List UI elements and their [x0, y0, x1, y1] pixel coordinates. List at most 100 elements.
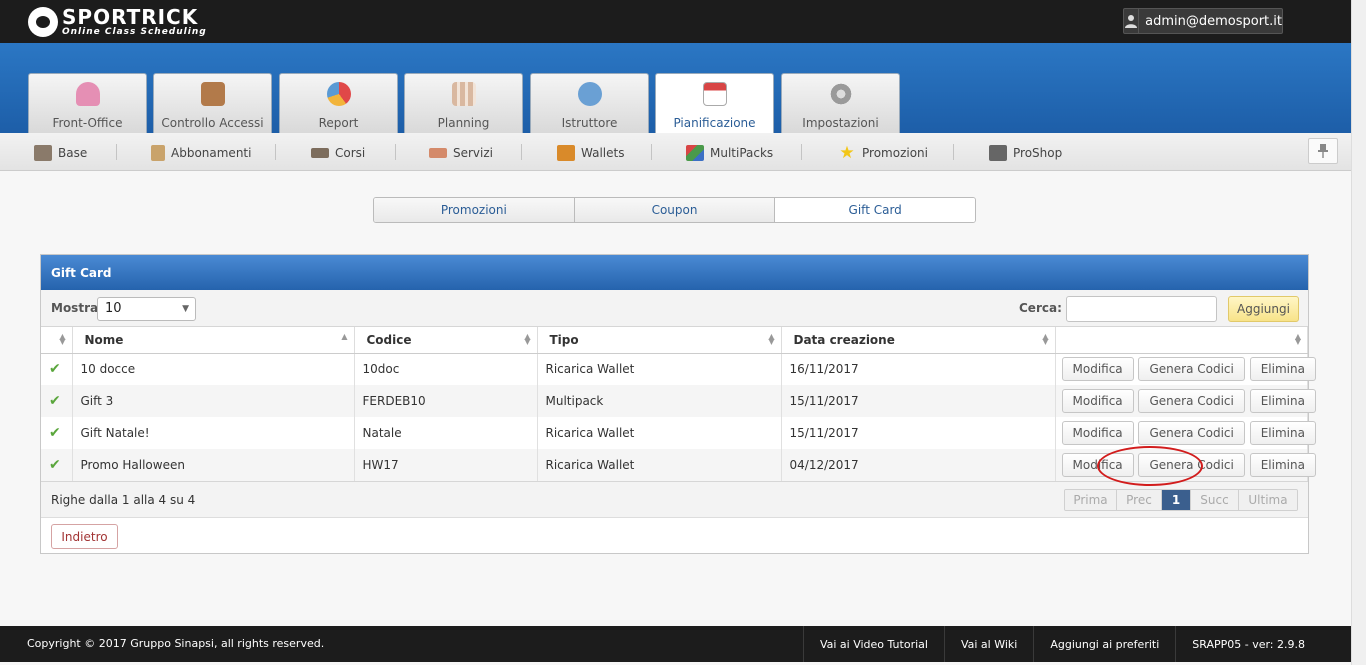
- footer-link-favorites[interactable]: Aggiungi ai preferiti: [1033, 626, 1175, 662]
- page-size-select[interactable]: 10 ▼: [97, 297, 196, 321]
- tab-istruttore[interactable]: Istruttore: [530, 73, 649, 133]
- subnav-corsi[interactable]: Corsi: [311, 143, 365, 163]
- row-actions: Modifica Genera Codici Elimina: [1055, 353, 1316, 385]
- cell-nome: Gift 3: [72, 385, 355, 417]
- table-header-row: ▲ ▼ Nome ▲ Codice ▲ ▼ Tipo ▲ ▼ Data creazione ▲…: [41, 327, 1308, 354]
- separator: [275, 144, 276, 160]
- tab-report[interactable]: Report: [279, 73, 398, 133]
- caret-down-icon: ▼: [182, 304, 189, 314]
- column-data-creazione[interactable]: Data creazione ▲ ▼: [781, 327, 1056, 354]
- delete-button[interactable]: Elimina: [1249, 421, 1316, 445]
- separator: [801, 144, 802, 160]
- cell-tipo: Ricarica Wallet: [537, 353, 782, 385]
- separator: [521, 144, 522, 160]
- separator: [651, 144, 652, 160]
- pin-button[interactable]: [1308, 138, 1338, 164]
- subnav-proshop[interactable]: ProShop: [989, 143, 1062, 163]
- gift-card-panel: Gift Card Mostra 10 ▼ Cerca: Aggiungi ▲ ▼…: [40, 254, 1316, 554]
- subnav-servizi[interactable]: Servizi: [429, 143, 493, 163]
- edit-button[interactable]: Modifica: [1061, 389, 1134, 413]
- shoe-icon: [311, 148, 329, 158]
- door-icon: [200, 82, 225, 106]
- column-tipo[interactable]: Tipo ▲ ▼: [537, 327, 782, 354]
- panel-title: Gift Card: [41, 255, 1308, 290]
- page-prev-button[interactable]: Prec: [1117, 490, 1162, 510]
- delete-button[interactable]: Elimina: [1249, 453, 1316, 477]
- cell-data: 04/12/2017: [781, 449, 1056, 481]
- footer-link-video-tutorial[interactable]: Vai ai Video Tutorial: [802, 626, 944, 662]
- row-actions: Modifica Genera Codici Elimina: [1055, 385, 1316, 417]
- tab-impostazioni[interactable]: Impostazioni: [781, 73, 900, 133]
- gift-type-switch: Promozioni Coupon Gift Card: [373, 197, 976, 223]
- table-row: ✔ 10 docce 10doc Ricarica Wallet 16/11/2…: [41, 353, 1316, 385]
- separator: [116, 144, 117, 160]
- tab-pianificazione[interactable]: Pianificazione: [655, 73, 774, 133]
- generate-codes-button[interactable]: Genera Codici: [1138, 357, 1245, 382]
- page-first-button[interactable]: Prima: [1065, 490, 1117, 510]
- logo-mark-icon: [28, 7, 58, 37]
- app-logo[interactable]: SPORTRICK Online Class Scheduling: [28, 5, 207, 39]
- row-actions: Modifica Genera Codici Elimina: [1055, 417, 1316, 449]
- user-menu[interactable]: admin@demosport.it: [1123, 8, 1283, 34]
- back-button[interactable]: Indietro: [51, 524, 118, 549]
- footer-link-wiki[interactable]: Vai al Wiki: [943, 626, 1033, 662]
- tab-planning[interactable]: Planning: [404, 73, 523, 133]
- cell-tipo: Ricarica Wallet: [537, 417, 782, 449]
- sort-icon: ▲ ▼: [524, 332, 531, 346]
- footer-version: SRAPP05 - ver: 2.9.8: [1175, 626, 1321, 662]
- cell-tipo: Ricarica Wallet: [537, 449, 782, 481]
- table-row: ✔ Gift 3 FERDEB10 Multipack 15/11/2017 M…: [41, 385, 1316, 417]
- active-check-icon: ✔: [41, 385, 73, 417]
- tab-front-office[interactable]: Front-Office: [28, 73, 147, 133]
- footer: Copyright © 2017 Gruppo Sinapsi, all rig…: [0, 626, 1351, 662]
- search-input[interactable]: [1066, 296, 1217, 322]
- column-nome[interactable]: Nome ▲: [72, 327, 355, 354]
- subnav-abbonamenti[interactable]: Abbonamenti: [151, 143, 251, 163]
- edit-button[interactable]: Modifica: [1061, 357, 1134, 382]
- gear-icon: [828, 82, 853, 106]
- cell-codice: FERDEB10: [354, 385, 538, 417]
- subnav-promozioni[interactable]: ★ Promozioni: [838, 143, 928, 163]
- sort-icon: ▲ ▼: [768, 332, 775, 346]
- add-button[interactable]: Aggiungi: [1228, 296, 1299, 322]
- edit-button[interactable]: Modifica: [1061, 453, 1134, 477]
- panel-bottom-bar: Indietro: [41, 517, 1308, 551]
- subnav-wallets[interactable]: Wallets: [557, 143, 624, 163]
- segment-coupon[interactable]: Coupon: [574, 198, 776, 222]
- cell-data: 16/11/2017: [781, 353, 1056, 385]
- separator: [395, 144, 396, 160]
- generate-codes-button[interactable]: Genera Codici: [1138, 389, 1245, 413]
- delete-button[interactable]: Elimina: [1249, 357, 1316, 382]
- active-check-icon: ✔: [41, 417, 73, 449]
- cell-nome: 10 docce: [72, 353, 355, 385]
- tab-controllo-accessi[interactable]: Controllo Accessi: [153, 73, 272, 133]
- subnav-multipacks[interactable]: MultiPacks: [686, 143, 773, 163]
- copyright-text: Copyright © 2017 Gruppo Sinapsi, all rig…: [27, 637, 325, 650]
- generate-codes-button[interactable]: Genera Codici: [1138, 453, 1245, 477]
- calendar-icon: [702, 82, 727, 106]
- page-next-button[interactable]: Succ: [1191, 490, 1239, 510]
- top-bar: SPORTRICK Online Class Scheduling admin@…: [0, 0, 1351, 43]
- pin-icon: [1318, 144, 1328, 158]
- table-row: ✔ Promo Halloween HW17 Ricarica Wallet 0…: [41, 449, 1316, 481]
- column-codice[interactable]: Codice ▲ ▼: [354, 327, 538, 354]
- page-last-button[interactable]: Ultima: [1239, 490, 1297, 510]
- footer-links: Vai ai Video Tutorial Vai al Wiki Aggiun…: [802, 626, 1321, 662]
- generate-codes-button[interactable]: Genera Codici: [1138, 421, 1245, 445]
- calendar-grid-icon: [451, 82, 476, 106]
- edit-button[interactable]: Modifica: [1061, 421, 1134, 445]
- delete-button[interactable]: Elimina: [1249, 389, 1316, 413]
- segment-promozioni[interactable]: Promozioni: [374, 198, 575, 222]
- segment-gift-card[interactable]: Gift Card: [775, 198, 975, 222]
- main-tab-bar: Front-Office Controllo Accessi Report Pl…: [0, 43, 1351, 133]
- brand-name: SPORTRICK: [62, 5, 199, 29]
- sort-asc-icon: ▲: [341, 332, 348, 341]
- pagination: Prima Prec 1 Succ Ultima: [1064, 489, 1298, 511]
- page-1-button[interactable]: 1: [1162, 490, 1191, 510]
- vertical-scrollbar[interactable]: [1351, 0, 1366, 665]
- cell-codice: HW17: [354, 449, 538, 481]
- cell-codice: 10doc: [354, 353, 538, 385]
- subnav-base[interactable]: Base: [34, 143, 87, 163]
- column-actions[interactable]: ▲ ▼: [1055, 327, 1308, 354]
- column-status[interactable]: ▲ ▼: [41, 327, 73, 354]
